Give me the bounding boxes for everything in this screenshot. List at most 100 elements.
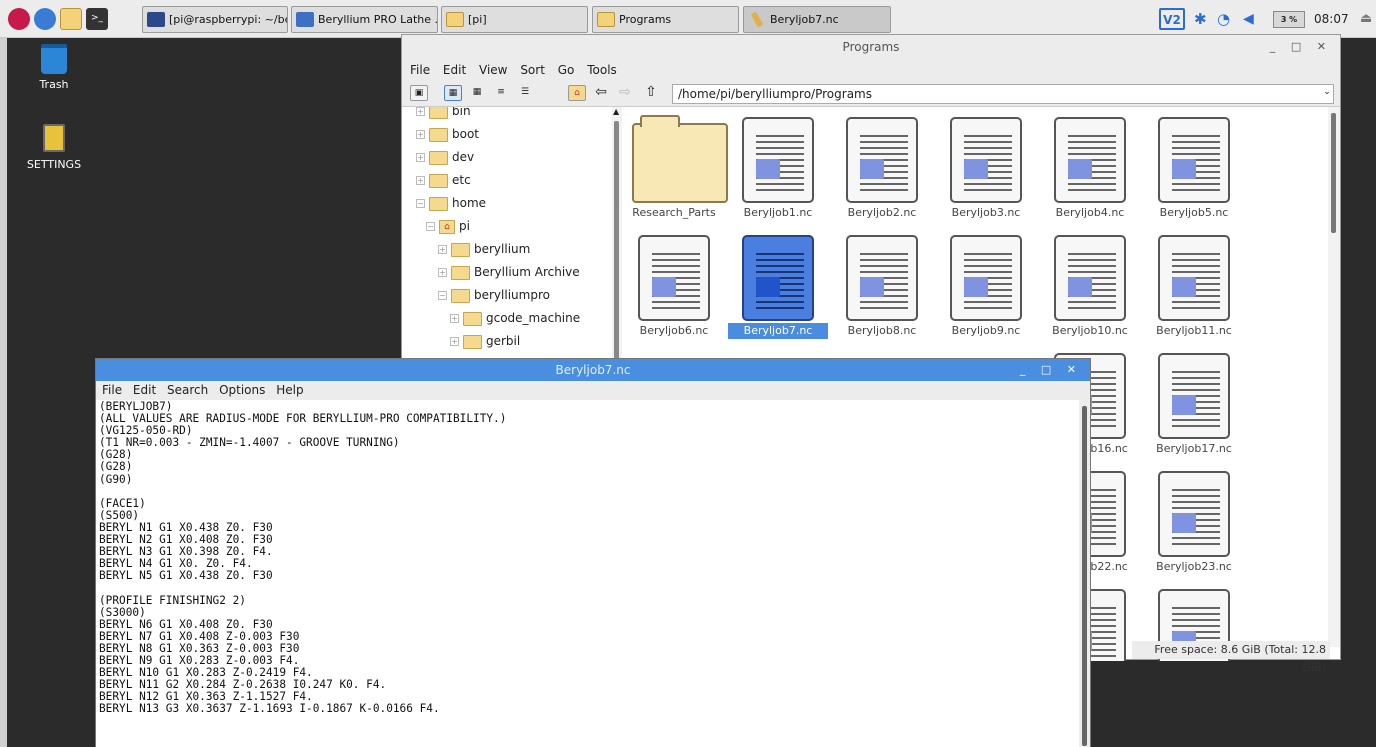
icon-view-scrollbar[interactable] [1328,107,1340,647]
window-titlebar[interactable]: Programs _ □ ✕ [402,35,1340,59]
path-input[interactable]: /home/pi/berylliumpro/Programs [672,84,1334,104]
menu-file[interactable]: File [102,383,122,397]
menu-tools[interactable]: Tools [587,63,617,77]
file-item[interactable]: Beryljob3.nc [936,107,1036,225]
file-item[interactable]: Beryljob11.nc [1144,225,1244,343]
expand-icon[interactable]: + [416,107,425,116]
icon-view-icon[interactable]: ▦ [444,85,462,101]
menu-sort[interactable]: Sort [520,63,545,77]
file-item[interactable]: Beryljob4.nc [1040,107,1140,225]
menu-file[interactable]: File [410,63,430,77]
bluetooth-icon[interactable]: ✱ [1194,0,1207,38]
task-programs-folder[interactable]: Programs [592,6,739,33]
file-name: Beryljob7.nc [728,323,828,339]
forward-arrow-icon[interactable]: ⇨ [616,85,634,101]
expand-icon[interactable]: + [416,153,425,162]
tree-item-berylliumpro[interactable]: − berylliumpro [438,284,550,306]
task-beryljob7-editor[interactable]: Beryljob7.nc [743,6,891,33]
window-controls[interactable]: _ □ ✕ [1020,359,1082,381]
text-line: (ALL VALUES ARE RADIUS-MODE FOR BERYLLIU… [99,412,507,426]
tree-item-beryllium-archive[interactable]: + Beryllium Archive [438,261,580,283]
text-editor-icon [750,11,764,28]
tree-item-dev[interactable]: + dev [416,146,474,168]
expand-icon[interactable]: + [416,130,425,139]
thumbnail-view-icon[interactable]: ▦ [468,85,486,101]
back-arrow-icon[interactable]: ⇦ [592,85,610,101]
menu-bar: File Edit Search Options Help [96,381,1090,400]
tree-item-gerbil[interactable]: + gerbil [450,330,520,352]
document-icon [742,117,814,203]
file-item[interactable]: Beryljob9.nc [936,225,1036,343]
chevron-down-icon[interactable]: ⌄ [1318,85,1336,101]
file-item[interactable]: Beryljob23.nc [1144,461,1244,579]
window-titlebar[interactable]: Beryljob7.nc _ □ ✕ [96,359,1090,381]
home-icon[interactable]: ⌂ [568,85,586,101]
task-pi-folder[interactable]: [pi] [441,6,588,33]
file-item[interactable]: Beryljob8.nc [832,225,932,343]
scroll-thumb[interactable] [1082,406,1087,746]
menu-options[interactable]: Options [219,383,265,397]
expand-icon[interactable]: + [416,176,425,185]
task-beryllium-pro[interactable]: Beryllium PRO Lathe ... [291,6,438,33]
tree-item-label: berylliumpro [474,288,550,302]
file-item[interactable]: Beryljob17.nc [1144,343,1244,461]
expand-icon[interactable]: + [438,245,447,254]
tree-item-pi[interactable]: − ⌂ pi [426,215,470,237]
file-manager-icon[interactable] [60,8,82,30]
file-item[interactable]: Beryljob6.nc [624,225,724,343]
file-item-selected[interactable]: Beryljob7.nc [728,225,828,343]
wifi-icon[interactable]: ◔ [1217,0,1230,38]
text-line [99,486,1079,498]
menu-edit[interactable]: Edit [133,383,156,397]
editor-scrollbar[interactable] [1079,400,1090,747]
file-item[interactable]: Beryljob2.nc [832,107,932,225]
file-name: Beryljob23.nc [1156,560,1232,573]
expand-icon[interactable]: + [450,337,459,346]
eject-icon[interactable]: ⏏ [1360,0,1372,38]
raspberry-menu-icon[interactable] [8,8,30,30]
file-item[interactable]: Beryljob10.nc [1040,225,1140,343]
text-line: BERYL N6 G1 X0.408 Z0. F30 [99,617,273,631]
scroll-thumb[interactable] [614,121,619,361]
text-line: (G90) [99,472,133,486]
tree-item-home[interactable]: − home [416,192,486,214]
tree-item-etc[interactable]: + etc [416,169,471,191]
tree-item-bin[interactable]: + bin [416,107,471,122]
menu-go[interactable]: Go [558,63,575,77]
menu-search[interactable]: Search [167,383,208,397]
document-icon [742,235,814,321]
task-terminal[interactable]: [pi@raspberrypi: ~/be... [142,6,288,33]
menu-view[interactable]: View [479,63,507,77]
tree-item-beryllium[interactable]: + beryllium [438,238,530,260]
web-browser-icon[interactable] [34,8,56,30]
desktop-icon-settings[interactable]: SETTINGS [19,124,89,171]
clock[interactable]: 08:07 [1314,0,1349,38]
toolbar: ▣ ▦ ▦ ≡ ☰ ⌂ ⇦ ⇨ ⇧ /home/pi/berylliumpro/… [402,81,1340,107]
compact-view-icon[interactable]: ≡ [492,85,510,101]
window-controls[interactable]: _ □ ✕ [1270,35,1332,59]
collapse-icon[interactable]: − [416,199,425,208]
menu-help[interactable]: Help [276,383,303,397]
up-arrow-icon[interactable]: ⇧ [642,85,660,101]
tree-item-gcode-machine[interactable]: + gcode_machine [450,307,580,329]
file-name: Beryljob1.nc [743,206,813,219]
scroll-thumb[interactable] [1331,113,1336,233]
tree-item-label: beryllium [474,242,531,256]
scroll-up-arrow-icon[interactable]: ▲ [613,107,619,116]
expand-icon[interactable]: + [438,268,447,277]
terminal-icon[interactable]: >_ [86,8,108,30]
collapse-icon[interactable]: − [438,291,447,300]
menu-edit[interactable]: Edit [443,63,466,77]
file-item[interactable]: Research_Parts [624,107,728,225]
volume-icon[interactable]: ◀ [1243,0,1254,38]
new-window-icon[interactable]: ▣ [410,85,428,101]
vnc-icon[interactable]: V2 [1159,8,1185,30]
text-area[interactable]: (BERYLJOB7) (ALL VALUES ARE RADIUS-MODE F… [96,400,1079,747]
file-item[interactable]: Beryljob1.nc [728,107,828,225]
desktop-icon-trash[interactable]: Trash [19,44,89,91]
tree-item-boot[interactable]: + boot [416,123,479,145]
file-item[interactable]: Beryljob5.nc [1144,107,1244,225]
collapse-icon[interactable]: − [426,222,435,231]
expand-icon[interactable]: + [450,314,459,323]
list-view-icon[interactable]: ☰ [516,85,534,101]
